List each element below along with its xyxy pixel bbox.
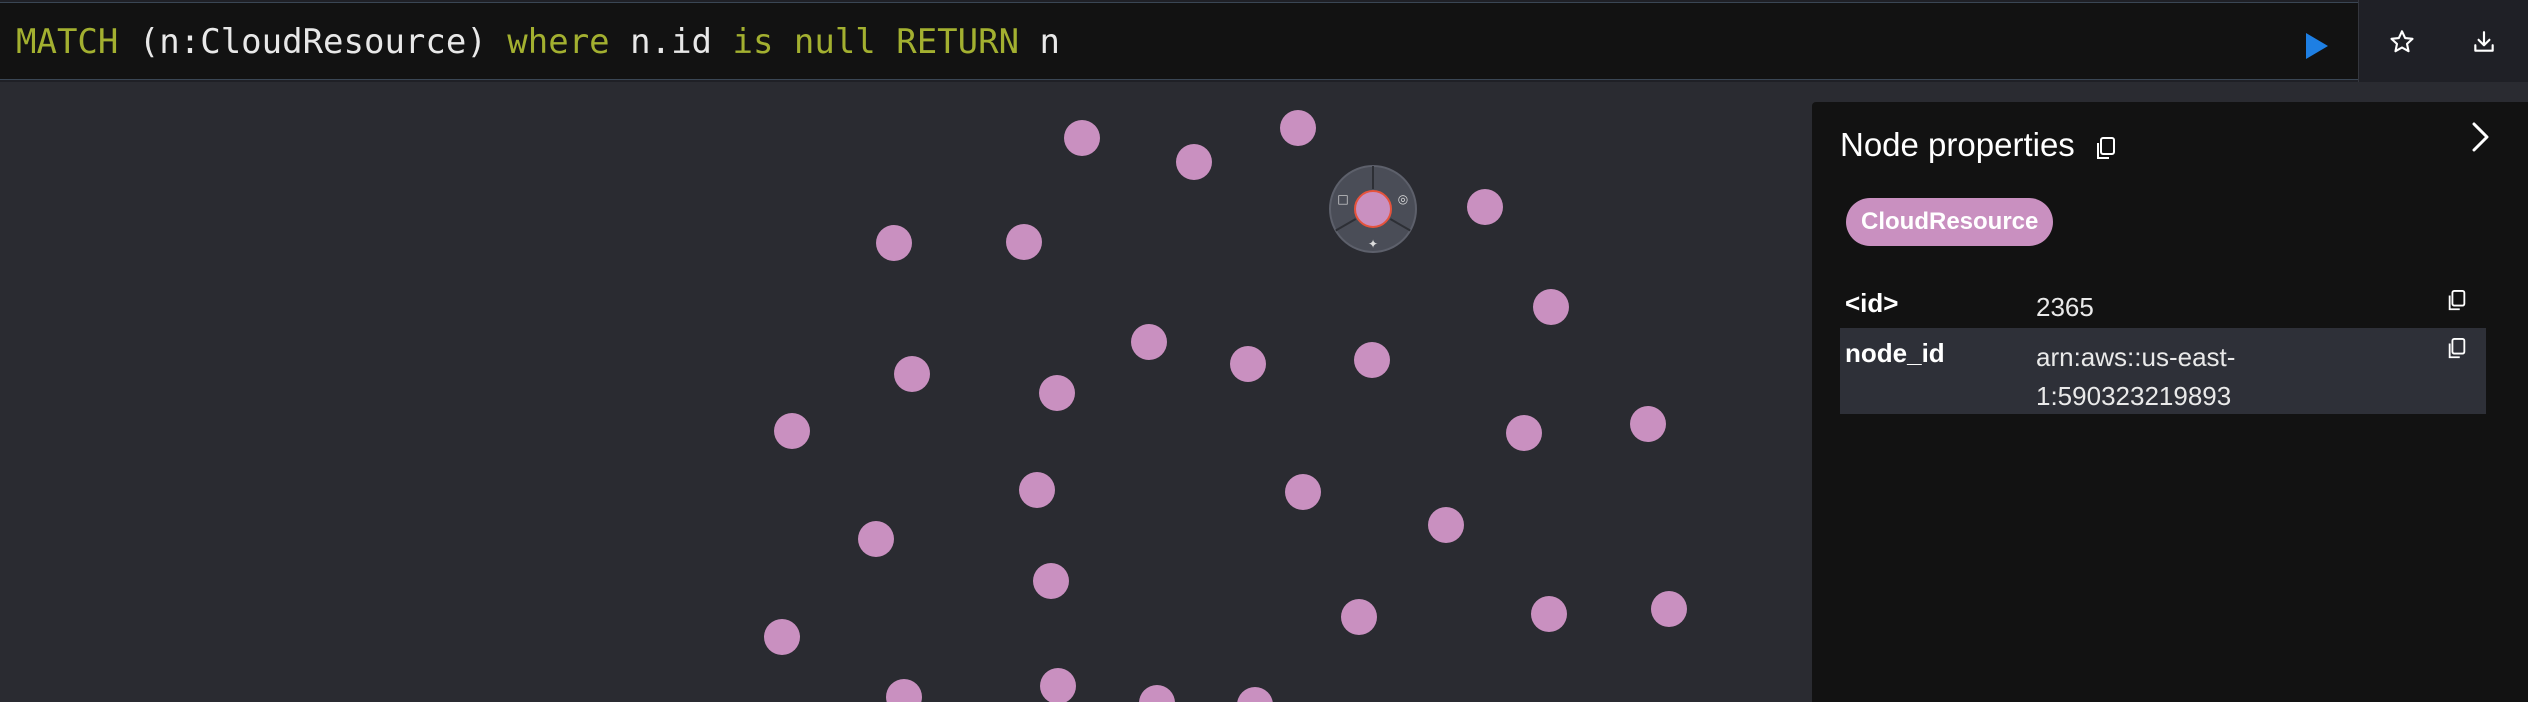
collapse-panel-button[interactable]	[2460, 112, 2500, 162]
graph-node[interactable]	[1237, 687, 1273, 702]
graph-node[interactable]	[774, 413, 810, 449]
graph-canvas[interactable]: □ ◎ ✦	[0, 82, 1812, 702]
graph-node[interactable]	[1139, 685, 1175, 702]
query-token: n	[1019, 22, 1061, 62]
query-toolbar: MATCH (n:CloudResource) where n.id is nu…	[0, 0, 2528, 82]
graph-node[interactable]	[1341, 599, 1377, 635]
toolbar-divider	[2358, 0, 2359, 82]
query-token: n.id	[609, 22, 733, 62]
download-icon	[2474, 31, 2494, 52]
cypher-query-editor[interactable]: MATCH (n:CloudResource) where n.id is nu…	[0, 2, 2358, 80]
graph-node[interactable]	[1019, 472, 1055, 508]
graph-node[interactable]	[1230, 346, 1266, 382]
graph-node[interactable]	[764, 619, 800, 655]
selected-node-radial-menu[interactable]: □ ◎ ✦	[1329, 165, 1417, 253]
property-row: <id> 2365	[1840, 280, 2486, 326]
graph-node[interactable]	[1040, 668, 1076, 702]
query-token: (n:CloudResource)	[118, 22, 508, 62]
graph-node[interactable]	[1533, 289, 1569, 325]
expand-icon[interactable]: ✦	[1368, 237, 1378, 251]
panel-title: Node properties	[1840, 126, 2075, 163]
query-token: MATCH	[16, 22, 119, 62]
copy-property-button[interactable]	[2446, 336, 2468, 362]
property-key: <id>	[1845, 288, 1899, 318]
node-properties-panel: Node properties CloudResource <id> 2365 …	[1812, 102, 2528, 702]
graph-node[interactable]	[1285, 474, 1321, 510]
graph-node[interactable]	[1531, 596, 1567, 632]
graph-node[interactable]	[1467, 189, 1503, 225]
query-text[interactable]: MATCH (n:CloudResource) where n.id is nu…	[16, 21, 1060, 63]
property-key: node_id	[1845, 338, 1945, 368]
graph-node[interactable]	[1354, 342, 1390, 378]
chevron-right-icon	[2472, 122, 2489, 152]
graph-node[interactable]	[1280, 110, 1316, 146]
graph-node[interactable]	[1033, 563, 1069, 599]
graph-node[interactable]	[1506, 415, 1542, 451]
property-value: 2365	[2036, 292, 2094, 322]
graph-node[interactable]	[1006, 224, 1042, 260]
node-label-chip[interactable]: CloudResource	[1846, 198, 2054, 246]
copy-icon	[2448, 290, 2466, 311]
favorite-button[interactable]	[2380, 20, 2424, 64]
lock-icon[interactable]: □	[1337, 192, 1348, 206]
copy-all-button[interactable]	[2094, 136, 2118, 162]
copy-icon	[2448, 338, 2466, 359]
download-button[interactable]	[2462, 20, 2506, 64]
graph-svg[interactable]: □ ◎ ✦	[0, 82, 1812, 702]
property-value: arn:aws::us-east-1:590323219893	[2036, 342, 2236, 411]
graph-node[interactable]	[1651, 591, 1687, 627]
graph-node[interactable]	[886, 679, 922, 702]
run-query-button[interactable]	[2300, 30, 2332, 62]
star-icon	[2390, 30, 2414, 53]
play-icon	[2306, 33, 2328, 59]
graph-node[interactable]	[1630, 406, 1666, 442]
query-token: where	[507, 22, 610, 62]
graph-node[interactable]	[1176, 144, 1212, 180]
graph-node[interactable]	[894, 356, 930, 392]
copy-icon	[2097, 137, 2115, 159]
graph-node[interactable]	[1428, 507, 1464, 543]
graph-node[interactable]	[1064, 120, 1100, 156]
graph-node[interactable]	[858, 521, 894, 557]
graph-node-selected[interactable]	[1354, 190, 1392, 228]
property-row: node_id arn:aws::us-east-1:590323219893	[1840, 328, 2486, 414]
graph-node[interactable]	[1131, 324, 1167, 360]
eye-off-icon[interactable]: ◎	[1398, 192, 1408, 206]
graph-node[interactable]	[876, 225, 912, 261]
graph-node[interactable]	[1039, 375, 1075, 411]
query-token: is null RETURN	[732, 22, 1020, 62]
copy-property-button[interactable]	[2446, 288, 2468, 314]
